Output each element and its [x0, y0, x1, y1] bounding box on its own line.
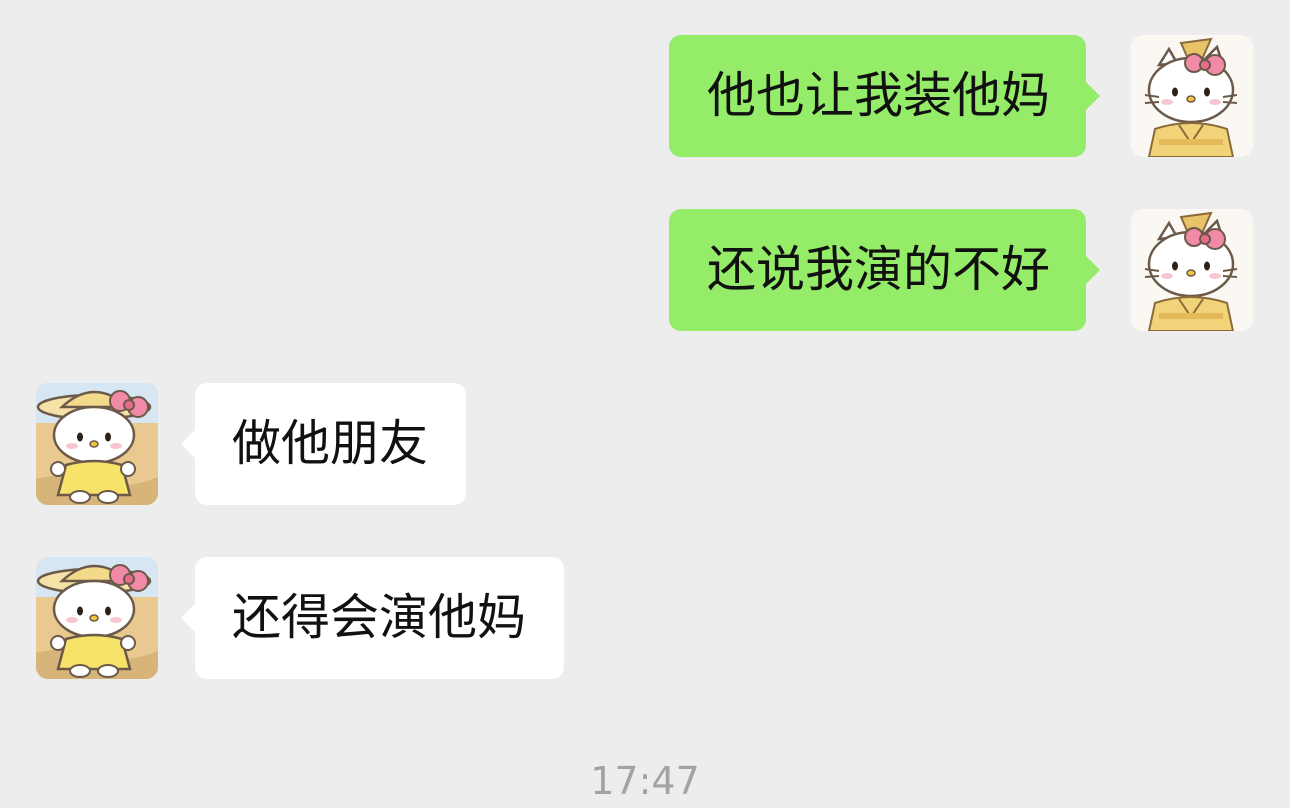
chat-view[interactable]: 他也让我装他妈 还说我演的不好 做他朋友 还得会演他妈 17:47: [0, 0, 1290, 808]
contact-avatar[interactable]: [36, 557, 158, 679]
message-text: 做他朋友: [232, 415, 429, 472]
hello-kitty-kimono-avatar-icon: [1131, 209, 1253, 331]
bubble-tail: [1086, 256, 1101, 284]
received-message-bubble[interactable]: 做他朋友: [181, 383, 467, 505]
message-text: 还说我演的不好: [707, 241, 1051, 298]
bubble-tail: [181, 430, 195, 458]
contact-avatar[interactable]: [36, 383, 158, 505]
received-message-bubble[interactable]: 还得会演他妈: [181, 557, 565, 679]
sent-message-bubble[interactable]: 还说我演的不好: [669, 209, 1101, 331]
hello-kitty-kimono-avatar-icon: [1131, 35, 1253, 157]
hello-kitty-straw-hat-avatar-icon: [36, 557, 158, 679]
message-text: 还得会演他妈: [232, 589, 527, 646]
bubble-tail: [1086, 82, 1101, 110]
my-avatar[interactable]: [1131, 209, 1253, 331]
sent-message-bubble[interactable]: 他也让我装他妈: [669, 35, 1101, 157]
hello-kitty-straw-hat-avatar-icon: [36, 383, 158, 505]
my-avatar[interactable]: [1131, 35, 1253, 157]
message-text: 他也让我装他妈: [707, 67, 1051, 124]
message-timestamp: 17:47: [590, 759, 700, 803]
bubble-tail: [181, 604, 195, 632]
